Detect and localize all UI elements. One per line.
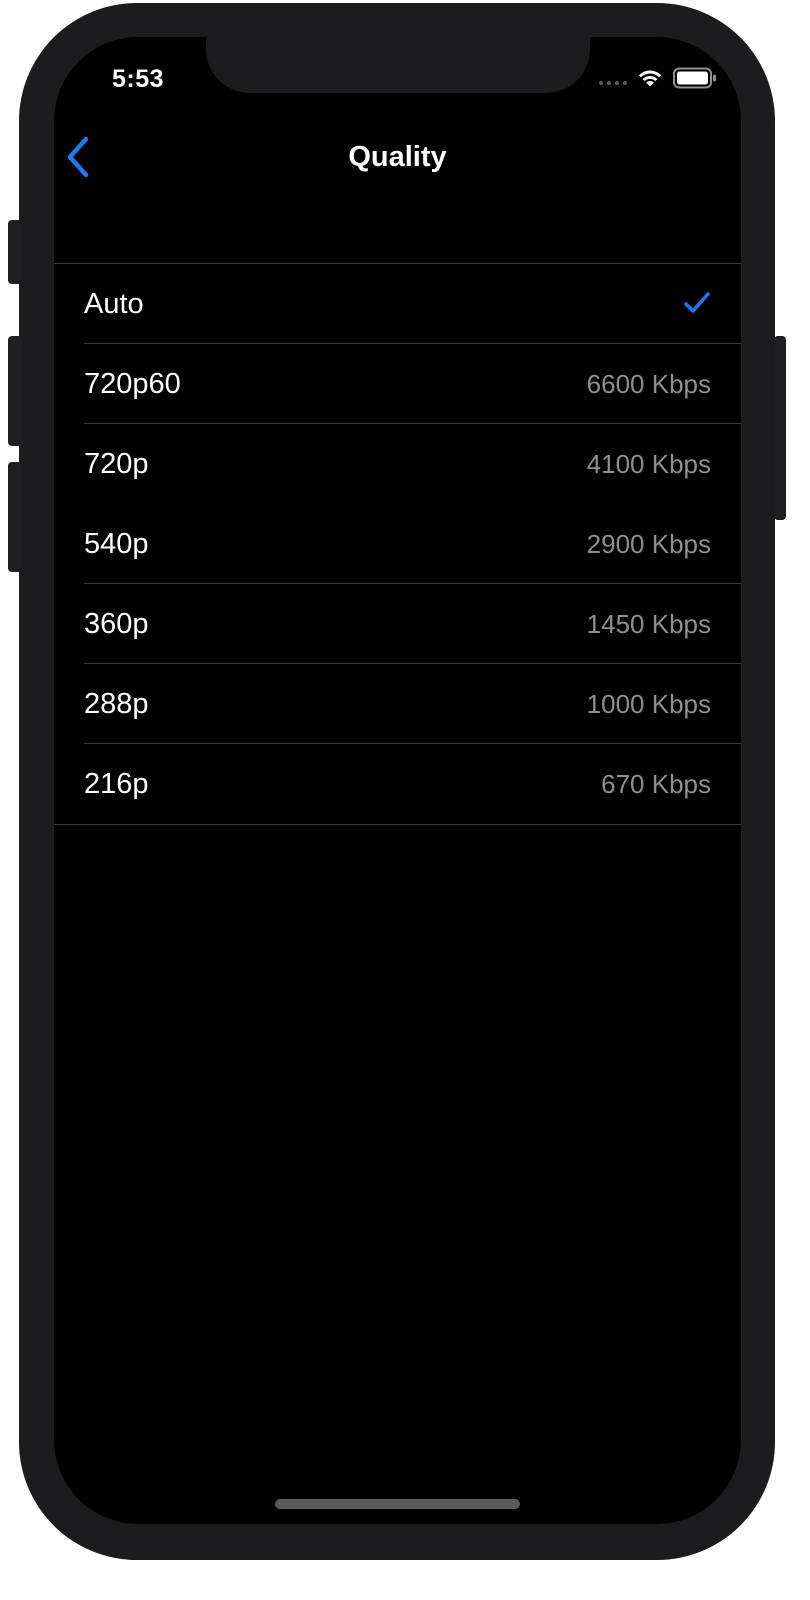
- quality-option-288p[interactable]: 288p 1000 Kbps: [54, 664, 741, 744]
- quality-option-360p[interactable]: 360p 1450 Kbps: [54, 584, 741, 664]
- battery-icon: [673, 67, 716, 89]
- quality-option-bitrate: 6600 Kbps: [586, 368, 711, 399]
- status-time: 5:53: [112, 65, 165, 93]
- quality-option-label: 216p: [84, 767, 149, 800]
- quality-option-label: 360p: [84, 607, 149, 640]
- quality-option-540p[interactable]: 540p 2900 Kbps: [54, 504, 741, 584]
- notch: [206, 37, 590, 93]
- quality-option-label: 720p60: [84, 367, 181, 400]
- volume-up-button: [8, 336, 22, 446]
- quality-list: Auto 720p60 6600 Kbps 720p 4100 Kbps 540…: [54, 263, 741, 825]
- quality-option-bitrate: 2900 Kbps: [586, 528, 711, 559]
- quality-option-label: Auto: [84, 287, 144, 320]
- quality-option-bitrate: 4100 Kbps: [586, 448, 711, 479]
- quality-option-label: 720p: [84, 447, 149, 480]
- quality-option-bitrate: 1450 Kbps: [586, 608, 711, 639]
- mute-switch: [8, 220, 22, 284]
- quality-option-bitrate: 670 Kbps: [601, 768, 711, 799]
- quality-option-720p[interactable]: 720p 4100 Kbps: [54, 424, 741, 504]
- volume-down-button: [8, 462, 22, 572]
- power-button: [774, 336, 786, 520]
- cellular-signal-icon: [599, 81, 627, 85]
- home-indicator[interactable]: [275, 1499, 520, 1509]
- quality-option-auto[interactable]: Auto: [54, 264, 741, 344]
- screen: 5:53 Quality Auto 720p60 6600 Kbps 720p …: [54, 37, 741, 1524]
- quality-option-216p[interactable]: 216p 670 Kbps: [54, 744, 741, 824]
- wifi-icon: [638, 70, 662, 87]
- status-indicators: [599, 67, 717, 89]
- quality-option-label: 288p: [84, 687, 149, 720]
- page-title: Quality: [348, 141, 447, 173]
- checkmark-icon: [684, 292, 710, 313]
- quality-option-720p60[interactable]: 720p60 6600 Kbps: [54, 344, 741, 424]
- quality-option-label: 540p: [84, 527, 149, 560]
- quality-option-bitrate: 1000 Kbps: [586, 688, 711, 719]
- navigation-bar: Quality: [54, 127, 741, 187]
